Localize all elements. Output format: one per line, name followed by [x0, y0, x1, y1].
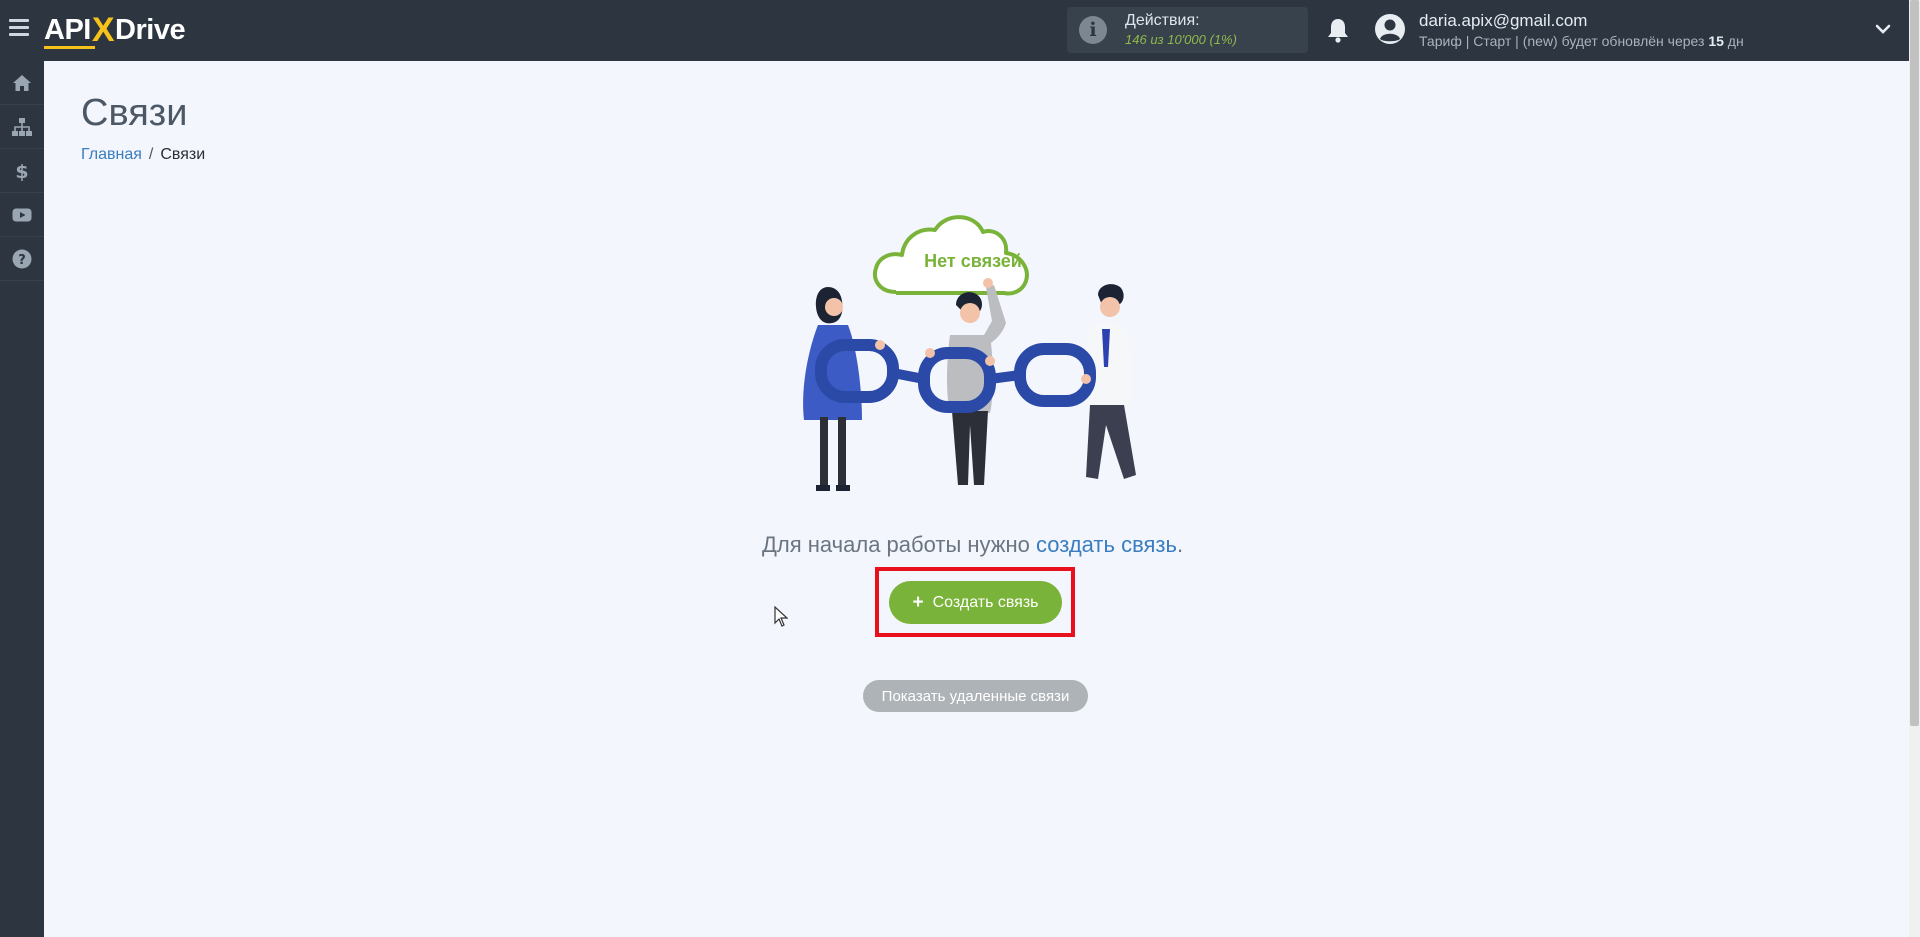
actions-of: из: [1150, 32, 1164, 47]
sidebar-item-help[interactable]: ?: [0, 237, 44, 281]
actions-total: 10'000: [1167, 32, 1206, 47]
sidebar: $ ?: [0, 61, 44, 937]
actions-counter[interactable]: i Действия: 146 из 10'000 (1%): [1067, 7, 1308, 53]
empty-state-period: .: [1176, 532, 1184, 557]
no-connections-illustration: Нет связей: [803, 215, 1136, 491]
create-connection-link[interactable]: создать связь: [1036, 532, 1177, 557]
actions-count: 146 из 10'000 (1%): [1125, 32, 1237, 47]
youtube-icon: [12, 208, 32, 221]
menu-icon[interactable]: [9, 19, 29, 39]
dollar-icon: $: [15, 161, 28, 182]
apixdrive-logo[interactable]: API X Drive: [44, 10, 186, 49]
logo-drive-text: Drive: [115, 13, 186, 46]
sitemap-icon: [12, 117, 32, 136]
empty-state-text: Для начала работы нужно создать связь.: [762, 532, 1183, 558]
svg-text:$: $: [15, 161, 28, 182]
actions-title: Действия:: [1125, 12, 1200, 29]
show-deleted-connections-button[interactable]: Показать удаленные связи: [863, 680, 1088, 712]
svg-text:?: ?: [18, 253, 26, 268]
plan-days: 15: [1708, 33, 1724, 49]
actions-used: 146: [1125, 32, 1147, 47]
home-icon: [13, 74, 31, 91]
top-bar: API X Drive i Действия: 146 из 10'000 (1%)…: [0, 0, 1909, 61]
plus-icon: +: [912, 591, 924, 613]
user-plan: Тариф | Старт | (new) будет обновлён чер…: [1419, 33, 1744, 49]
sidebar-item-billing[interactable]: $: [0, 149, 44, 193]
user-email[interactable]: daria.apix@gmail.com: [1419, 11, 1587, 31]
user-avatar-icon[interactable]: [1374, 13, 1406, 45]
logo-x-text: X: [91, 10, 115, 49]
chevron-down-icon[interactable]: [1874, 20, 1892, 38]
create-connection-button[interactable]: + Создать связь: [889, 581, 1062, 624]
create-connection-label: Создать связь: [932, 593, 1039, 611]
plan-prefix: Тариф | Старт | (new) будет обновлён чер…: [1419, 33, 1705, 49]
bell-icon[interactable]: [1326, 17, 1350, 43]
mouse-cursor-icon: [774, 606, 788, 627]
page-title: Связи: [81, 92, 188, 134]
breadcrumb: Главная / Связи: [81, 146, 205, 164]
breadcrumb-separator: /: [148, 146, 154, 163]
breadcrumb-home-link[interactable]: Главная: [81, 146, 142, 163]
sidebar-item-connections[interactable]: [0, 105, 44, 149]
plan-suffix: дн: [1727, 33, 1744, 49]
scrollbar-thumb[interactable]: [1910, 0, 1919, 726]
help-icon: ?: [12, 249, 32, 268]
logo-api-text: API: [44, 13, 95, 49]
actions-percent: (1%): [1209, 32, 1237, 47]
breadcrumb-current: Связи: [160, 146, 206, 163]
sidebar-item-video[interactable]: [0, 193, 44, 237]
info-icon: i: [1079, 16, 1107, 44]
sidebar-item-home[interactable]: [0, 61, 44, 105]
cloud-text: Нет связей: [924, 251, 1022, 271]
cloud-icon: Нет связей: [873, 215, 1029, 296]
empty-state-message: Для начала работы нужно: [762, 532, 1030, 557]
